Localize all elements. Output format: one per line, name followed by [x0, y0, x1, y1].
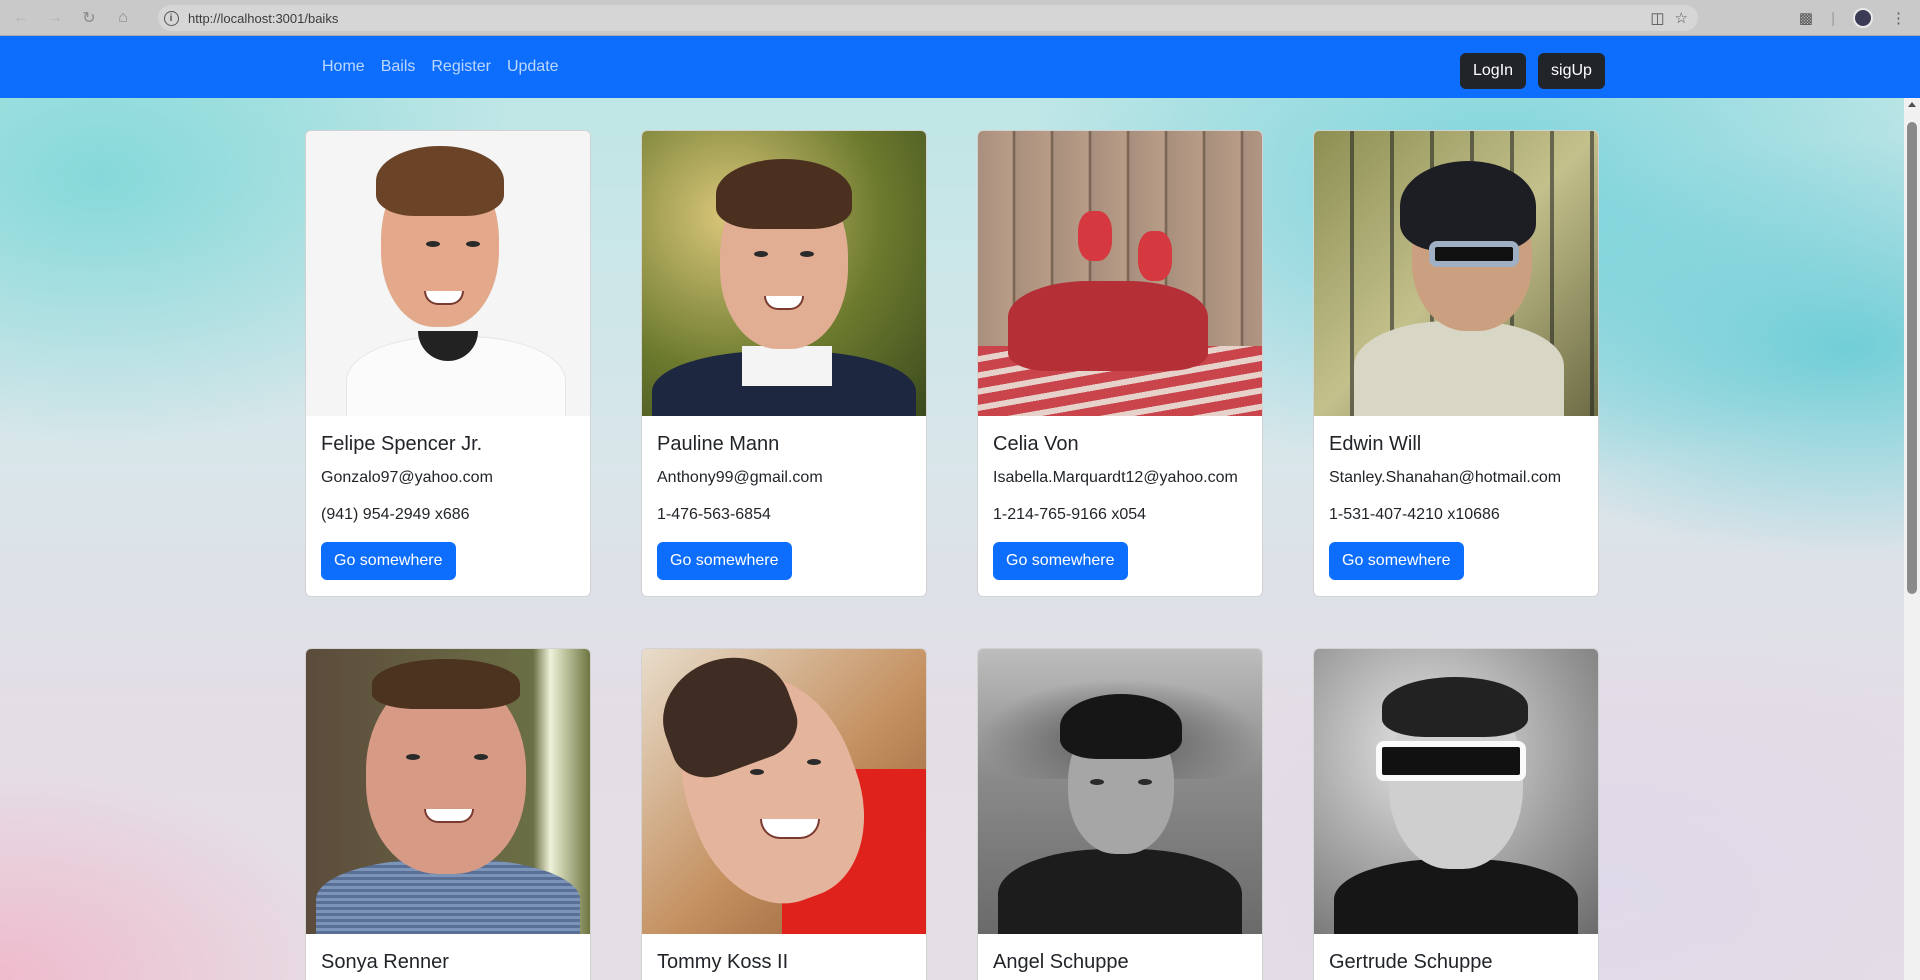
- go-somewhere-button[interactable]: Go somewhere: [1329, 541, 1464, 580]
- card-body: Felipe Spencer Jr. Gonzalo97@yahoo.com (…: [306, 416, 590, 596]
- nav-links: Home Bails Register Update: [314, 36, 567, 98]
- profile-avatar-icon[interactable]: [1853, 8, 1873, 28]
- scrollbar-thumb[interactable]: [1907, 122, 1917, 594]
- home-icon[interactable]: ⌂: [106, 0, 140, 36]
- forward-icon[interactable]: →: [38, 0, 72, 36]
- card-email: Isabella.Marquardt12@yahoo.com: [993, 469, 1238, 486]
- page-scrollbar[interactable]: [1904, 98, 1920, 980]
- card-name: Celia Von: [993, 433, 1079, 455]
- card-name: Angel Schuppe: [993, 951, 1129, 973]
- divider: |: [1831, 9, 1835, 27]
- scroll-up-arrow-icon[interactable]: [1908, 102, 1916, 107]
- card-body: Angel Schuppe: [978, 934, 1262, 980]
- user-card: Tommy Koss II: [641, 648, 927, 980]
- card-name: Felipe Spencer Jr.: [321, 433, 483, 455]
- browser-toolbar: ← → ↻ ⌂ i http://localhost:3001/baiks ◫ …: [0, 0, 1920, 36]
- card-name: Tommy Koss II: [657, 951, 789, 973]
- card-name: Pauline Mann: [657, 433, 780, 455]
- user-card: Gertrude Schuppe: [1313, 648, 1599, 980]
- card-email: Gonzalo97@yahoo.com: [321, 469, 493, 486]
- card-name: Sonya Renner: [321, 951, 449, 973]
- card-name: Gertrude Schuppe: [1329, 951, 1493, 973]
- signup-button[interactable]: sigUp: [1538, 53, 1605, 89]
- main-navbar: Home Bails Register Update LogIn sigUp: [0, 36, 1920, 98]
- url-text[interactable]: http://localhost:3001/baiks: [188, 11, 338, 26]
- user-card: Pauline Mann Anthony99@gmail.com 1-476-5…: [641, 130, 927, 597]
- card-phone: 1-476-563-6854: [657, 505, 771, 523]
- card-body: Pauline Mann Anthony99@gmail.com 1-476-5…: [642, 416, 926, 596]
- card-phone: 1-531-407-4210 x10686: [1329, 505, 1500, 523]
- card-body: Edwin Will Stanley.Shanahan@hotmail.com …: [1314, 416, 1598, 596]
- site-info-icon[interactable]: i: [158, 5, 184, 31]
- card-phone: 1-214-765-9166 x054: [993, 505, 1147, 523]
- card-photo: [642, 649, 926, 934]
- address-bar[interactable]: i http://localhost:3001/baiks ◫ ☆: [158, 5, 1698, 31]
- card-body: Tommy Koss II: [642, 934, 926, 980]
- card-photo: [1314, 649, 1598, 934]
- user-card: Sonya Renner: [305, 648, 591, 980]
- reload-icon[interactable]: ↻: [72, 0, 106, 36]
- user-card: Angel Schuppe: [977, 648, 1263, 980]
- card-body: Gertrude Schuppe: [1314, 934, 1598, 980]
- go-somewhere-button[interactable]: Go somewhere: [321, 541, 456, 580]
- user-card: Felipe Spencer Jr. Gonzalo97@yahoo.com (…: [305, 130, 591, 597]
- auth-buttons: LogIn sigUp: [1460, 53, 1605, 89]
- extensions-icon[interactable]: ▩: [1799, 9, 1813, 27]
- back-icon[interactable]: ←: [4, 0, 38, 36]
- card-phone: (941) 954-2949 x686: [321, 505, 470, 523]
- bookmark-star-icon[interactable]: ☆: [1675, 9, 1688, 27]
- user-card: Celia Von Isabella.Marquardt12@yahoo.com…: [977, 130, 1263, 597]
- nav-link-update[interactable]: Update: [499, 58, 567, 76]
- nav-link-home[interactable]: Home: [314, 58, 373, 76]
- nav-link-bails[interactable]: Bails: [373, 58, 424, 76]
- card-email: Stanley.Shanahan@hotmail.com: [1329, 469, 1562, 486]
- card-photo: [978, 131, 1262, 416]
- card-body: Celia Von Isabella.Marquardt12@yahoo.com…: [978, 416, 1262, 596]
- go-somewhere-button[interactable]: Go somewhere: [657, 541, 792, 580]
- card-body: Sonya Renner: [306, 934, 590, 980]
- go-somewhere-button[interactable]: Go somewhere: [993, 541, 1128, 580]
- card-email: Anthony99@gmail.com: [657, 469, 823, 486]
- install-app-icon[interactable]: ◫: [1650, 9, 1664, 27]
- card-name: Edwin Will: [1329, 433, 1422, 455]
- card-photo: [978, 649, 1262, 934]
- card-photo: [306, 131, 590, 416]
- page-background: Felipe Spencer Jr. Gonzalo97@yahoo.com (…: [0, 98, 1904, 980]
- login-button[interactable]: LogIn: [1460, 53, 1527, 89]
- card-photo: [1314, 131, 1598, 416]
- card-photo: [306, 649, 590, 934]
- user-card: Edwin Will Stanley.Shanahan@hotmail.com …: [1313, 130, 1599, 597]
- nav-link-register[interactable]: Register: [423, 58, 499, 76]
- card-photo: [642, 131, 926, 416]
- menu-kebab-icon[interactable]: ⋮: [1891, 9, 1906, 27]
